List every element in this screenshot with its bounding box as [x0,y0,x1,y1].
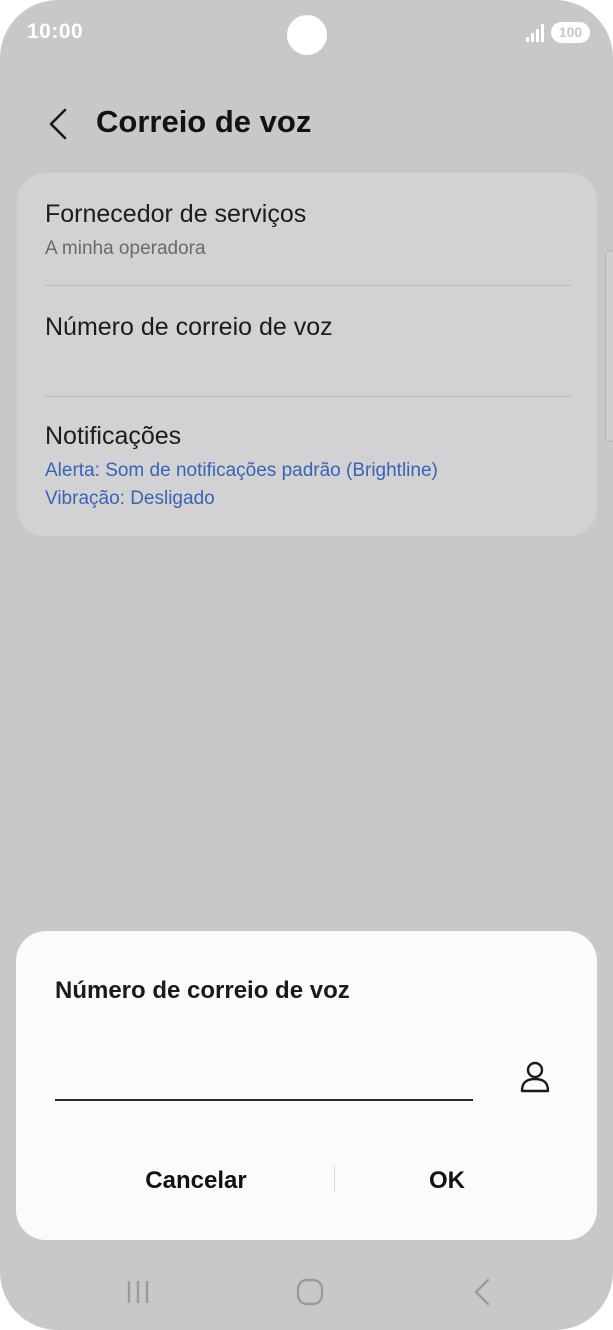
home-icon [296,1278,324,1306]
signal-icon [526,24,544,42]
notifications-alert: Alerta: Som de notificações padrão (Brig… [45,460,438,481]
dialog-title: Número de correio de voz [55,977,350,1004]
home-button[interactable] [280,1265,340,1319]
voicemail-number-dialog: Número de correio de voz Cancelar OK [16,931,597,1240]
contacts-button[interactable] [513,1053,557,1101]
ok-button[interactable]: OK [327,1153,567,1209]
service-provider-item[interactable]: Fornecedor de serviços A minha operadora [17,173,597,285]
settings-card: Fornecedor de serviços A minha operadora… [17,173,597,536]
notifications-title: Notificações [45,422,182,450]
recents-button[interactable] [108,1265,168,1319]
service-provider-value: A minha operadora [45,238,206,259]
notifications-item[interactable]: Notificações Alerta: Som de notificações… [17,397,597,536]
voicemail-number-title: Número de correio de voz [45,313,333,341]
voicemail-number-input[interactable] [55,1051,473,1101]
voicemail-number-item[interactable]: Número de correio de voz [17,286,597,396]
service-provider-title: Fornecedor de serviços [45,200,307,228]
nav-back-button[interactable] [452,1265,512,1319]
recents-icon [127,1281,149,1303]
edge-panel-handle[interactable] [605,250,613,442]
person-icon [520,1061,550,1093]
status-time: 10:00 [27,20,84,43]
battery-icon: 100 [551,22,590,43]
cancel-button[interactable]: Cancelar [76,1153,316,1209]
camera-cutout [287,15,327,55]
phone-screen: 10:00 100 Correio de voz Fornecedor de s… [0,0,613,1330]
back-icon [474,1278,490,1306]
chevron-left-icon [49,108,67,140]
notifications-vibration: Vibração: Desligado [45,488,215,509]
page-title: Correio de voz [96,104,312,139]
back-button[interactable] [36,100,80,148]
